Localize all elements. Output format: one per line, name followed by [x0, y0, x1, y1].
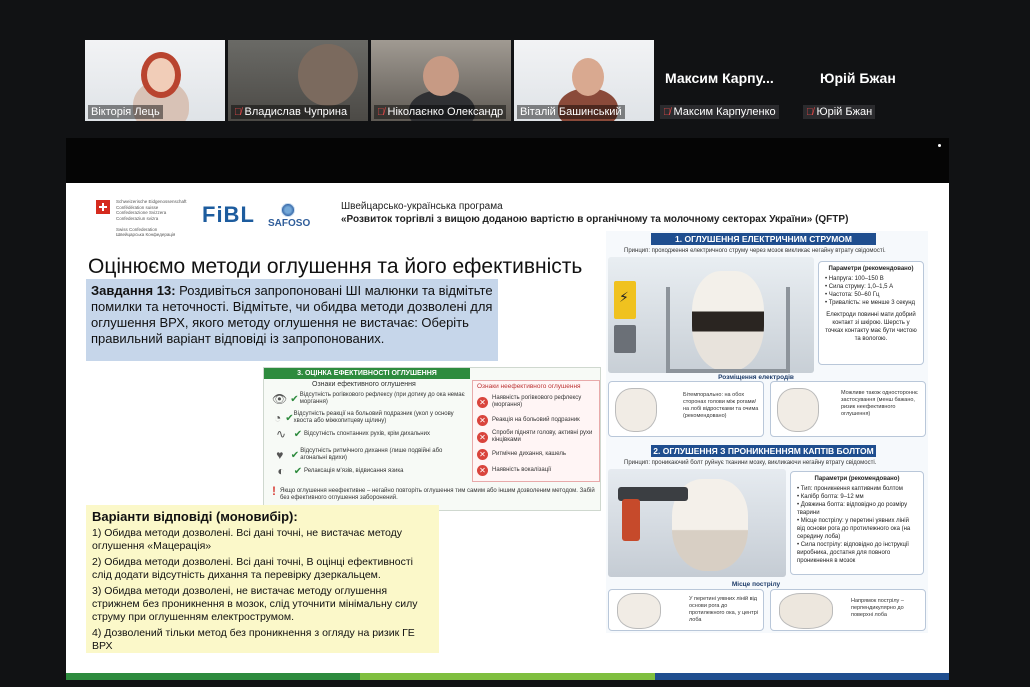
safoso-logo: SAFOSO	[268, 218, 311, 229]
cow-head-icon	[777, 388, 819, 432]
mic-muted-icon: 🎙̸	[377, 107, 385, 118]
cross-icon: ✕	[477, 431, 488, 443]
gun-handle	[622, 499, 640, 541]
participant-tile-5[interactable]: Юрій Бжан 🎙̸ Юрій Бжан	[800, 40, 940, 121]
efficiency-panel: 3. ОЦІНКА ЕФЕКТИВНОСТІ ОГЛУШЕННЯ Ознаки …	[263, 367, 601, 511]
participant-tile-2[interactable]: 🎙̸ Ніколаєнко Олександр	[371, 40, 511, 121]
bolt-params-box: Параметри (рекомендовано) • Тип: проникн…	[790, 471, 924, 575]
lightning-icon: ⚡	[619, 289, 629, 305]
participant-tile-4[interactable]: Максим Карпу... 🎙̸ Максим Карпуленко	[657, 40, 797, 121]
participant-name: 🎙̸ Максим Карпуленко	[660, 105, 779, 119]
electrode-placement-right: Можливе також одностороннє застосування …	[770, 381, 926, 437]
answer-option-4: 4) Дозволений тільки метод без проникнен…	[92, 627, 415, 652]
participant-name: 🎙̸ Ніколаєнко Олександр	[374, 105, 507, 119]
participant-tile-1[interactable]: 🎙̸ Владислав Чуприна	[228, 40, 368, 121]
effective-sign-row: 👁 ✔ Відсутність рогівкового рефлексу (при …	[272, 391, 465, 406]
answer-options: Варіанти відповіді (моновибір): 1) Обидв…	[86, 505, 439, 653]
mic-muted-icon: 🎙̸	[234, 107, 242, 118]
shot-placement-left: У перетині уявних ліній від основи рога …	[608, 589, 764, 631]
restraint-frame	[666, 287, 790, 373]
cross-icon: ✕	[477, 396, 488, 408]
cow-side-icon	[779, 593, 833, 629]
shared-slide: Schweizerische Eidgenossenschaft Confédé…	[66, 183, 949, 680]
task-label: Завдання 13:	[91, 283, 176, 298]
swiss-confederation-logo: Schweizerische Eidgenossenschaft Confédé…	[116, 199, 187, 237]
slide-footer-bar	[66, 673, 949, 680]
check-icon: ✔	[290, 393, 299, 405]
cow-head-icon	[617, 593, 661, 629]
check-icon: ✔	[293, 429, 303, 440]
efficiency-warning: ! Якщо оглушення неефективне – негайно по…	[272, 484, 595, 501]
ineffective-sign-row: ✕ Реакція на больовий подразник	[477, 415, 599, 426]
electric-stunning-header: 1. ОГЛУШЕННЯ ЕЛЕКТРИЧНИМ СТРУМОМ	[651, 233, 876, 245]
eye-icon: 👁	[272, 391, 288, 406]
shot-placement-right: Напрямок пострілу – перпендикулярно до п…	[770, 589, 926, 631]
electric-principle: Принцип: проходження електричного струму…	[624, 248, 886, 254]
participant-strip: Вікторія Лець 🎙̸ Владислав Чуприна 🎙̸ Ніко…	[85, 40, 940, 122]
program-title: Швейцарсько-українська програма	[341, 201, 503, 212]
warning-icon: !	[272, 484, 276, 498]
ineffective-sign-row: ✕ Спроби підняти голову, активні рухи кін…	[477, 430, 599, 444]
ineffective-sign-row: ✕ Наявність рогівкового рефлексу (морганн…	[477, 395, 599, 409]
bolt-stunning-image	[608, 469, 786, 577]
effective-sign-row: ♥ ✔ Відсутність ритмічного дихання (лише п…	[270, 448, 470, 462]
share-options-dot[interactable]	[938, 144, 941, 147]
fibl-logo: FiBL	[202, 202, 255, 227]
program-subtitle: «Розвиток торгівлі з вищою доданою варті…	[341, 214, 849, 225]
participant-face	[572, 58, 604, 96]
check-icon: ✔	[290, 449, 300, 461]
answer-option-2: 2) Обидва методи дозволені. Всі дані точ…	[92, 556, 413, 581]
electrode-placement-title: Розміщення електродів	[718, 374, 794, 381]
cow-head-icon	[615, 388, 657, 432]
slide-title: Оцінюємо методи оглушення та його ефекти…	[88, 255, 583, 278]
ineffective-signs-title: Ознаки неефективного оглушення	[477, 383, 581, 390]
bolt-principle: Принцип: проникаючий болт руйнує тканини…	[624, 460, 877, 466]
participant-tile-3[interactable]: Віталій Башинський	[514, 40, 654, 121]
electric-stunning-image: ⚡	[608, 257, 814, 373]
task-box: Завдання 13: Роздивіться запропоновані Ш…	[86, 279, 498, 361]
cross-icon: ✕	[477, 465, 488, 476]
participant-name: 🎙̸ Юрій Бжан	[803, 105, 876, 119]
check-icon: ✔	[285, 412, 294, 424]
bolt-stunning-header: 2. ОГЛУШЕННЯ З ПРОНИКНЕННЯМ КАПТІВ БОЛТО…	[651, 445, 876, 457]
efficiency-header: 3. ОЦІНКА ЕФЕКТИВНОСТІ ОГЛУШЕННЯ	[264, 368, 470, 379]
stunning-infographic: 1. ОГЛУШЕННЯ ЕЛЕКТРИЧНИМ СТРУМОМ Принцип…	[606, 231, 928, 633]
cross-icon: ✕	[477, 415, 488, 426]
participant-tile-0[interactable]: Вікторія Лець	[85, 40, 225, 121]
check-icon: ✔	[293, 466, 303, 477]
electric-params-box: Параметри (рекомендовано) • Напруга: 100…	[818, 261, 924, 365]
movement-icon: ∿	[275, 427, 287, 441]
electrode-placement-left: Бітемпорально: на обох сторонах голови м…	[608, 381, 764, 437]
shot-placement-title: Місце пострілу	[731, 581, 781, 588]
effective-sign-row: ◐ ✔ Релаксація м'язів, відвисання язика	[270, 464, 470, 478]
heartbeat-icon: ♥	[276, 447, 284, 462]
participant-placeholder-name: Юрій Бжан	[820, 70, 896, 86]
pain-icon: ◔	[274, 410, 282, 425]
cross-icon: ✕	[477, 449, 488, 460]
tongue-icon: ◐	[277, 464, 285, 478]
participant-name: 🎙̸ Владислав Чуприна	[231, 105, 351, 119]
effective-sign-row: ◔ ✔ Відсутність реакції на больовий подраз…	[270, 411, 470, 425]
effective-signs-title: Ознаки ефективного оглушення	[312, 381, 416, 388]
answer-option-3: 3) Обидва методи дозволені, не вистачає …	[92, 585, 418, 623]
answers-title: Варіанти відповіді (моновибір):	[92, 509, 298, 524]
participant-face	[298, 44, 358, 106]
participant-name: Вікторія Лець	[88, 105, 163, 119]
ineffective-sign-row: ✕ Ритмічне дихання, кашель	[477, 449, 599, 460]
safoso-logo-icon	[281, 203, 295, 217]
participant-placeholder-name: Максим Карпу...	[665, 70, 774, 86]
effective-sign-row: ∿ ✔ Відсутність спонтанних рухів, крім дих…	[270, 427, 470, 441]
ineffective-sign-row: ✕ Наявність вокалізації	[477, 465, 599, 476]
mic-muted-icon: 🎙̸	[806, 107, 814, 118]
answer-option-1: 1) Обидва методи дозволені. Всі дані точ…	[92, 527, 403, 552]
participant-face	[423, 56, 459, 96]
meeting-window: Вікторія Лець 🎙̸ Владислав Чуприна 🎙̸ Ніко…	[0, 0, 1030, 687]
participant-face	[147, 58, 175, 92]
swiss-flag-icon	[96, 200, 110, 214]
participant-name: Віталій Башинський	[517, 105, 625, 119]
ineffective-signs-box: Ознаки неефективного оглушення ✕ Наявніст…	[472, 380, 600, 482]
device-base	[614, 325, 636, 353]
mic-muted-icon: 🎙̸	[663, 107, 671, 118]
